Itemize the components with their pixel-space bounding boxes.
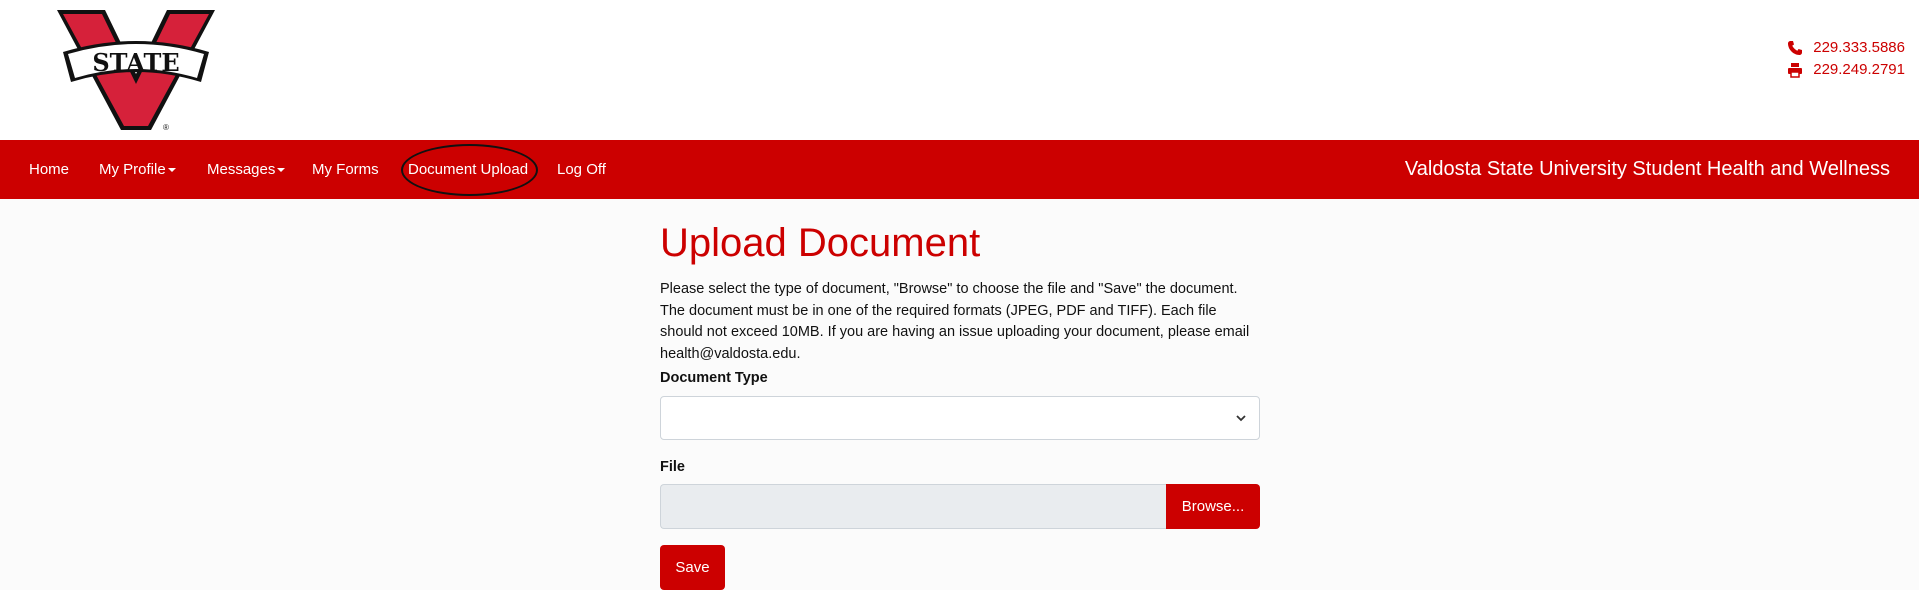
logo-text: STATE bbox=[92, 48, 179, 77]
site-brand: Valdosta State University Student Health… bbox=[1404, 158, 1890, 180]
contact-info: 229.333.5886 229.249.2791 bbox=[1787, 37, 1905, 81]
site-header: STATE ® 229.333.5886 229.249.2791 bbox=[0, 0, 1919, 140]
main-navbar: Home My Profile Messages My Forms Docume… bbox=[0, 140, 1919, 199]
fax-number[interactable]: 229.249.2791 bbox=[1813, 59, 1905, 81]
chevron-down-icon bbox=[1236, 415, 1246, 422]
highlight-circle bbox=[401, 144, 538, 196]
file-picker: Browse... bbox=[660, 484, 1260, 529]
nav-my-profile[interactable]: My Profile bbox=[99, 140, 176, 199]
file-label: File bbox=[660, 459, 685, 475]
nav-my-profile-label: My Profile bbox=[99, 161, 166, 178]
document-type-select[interactable] bbox=[660, 396, 1260, 440]
fax-line: 229.249.2791 bbox=[1787, 59, 1905, 81]
file-input[interactable] bbox=[660, 484, 1166, 529]
save-button[interactable]: Save bbox=[660, 545, 725, 590]
nav-messages-label: Messages bbox=[207, 161, 276, 178]
phone-number[interactable]: 229.333.5886 bbox=[1813, 37, 1905, 59]
nav-my-forms[interactable]: My Forms bbox=[312, 140, 379, 199]
printer-icon bbox=[1788, 63, 1803, 78]
nav-home[interactable]: Home bbox=[29, 140, 69, 199]
nav-log-off[interactable]: Log Off bbox=[557, 140, 606, 199]
upload-form: Upload Document Please select the type o… bbox=[660, 199, 1260, 590]
phone-icon bbox=[1788, 41, 1803, 55]
page-title: Upload Document bbox=[660, 221, 981, 265]
svg-text:®: ® bbox=[163, 123, 169, 132]
caret-down-icon bbox=[167, 168, 176, 173]
document-type-label: Document Type bbox=[660, 370, 768, 386]
nav-messages[interactable]: Messages bbox=[207, 140, 286, 199]
browse-button[interactable]: Browse... bbox=[1166, 484, 1260, 529]
instructions-text: Please select the type of document, "Bro… bbox=[660, 281, 1250, 362]
phone-line: 229.333.5886 bbox=[1787, 37, 1905, 59]
vsu-state-logo[interactable]: STATE ® bbox=[55, 8, 217, 132]
caret-down-icon bbox=[277, 168, 286, 173]
